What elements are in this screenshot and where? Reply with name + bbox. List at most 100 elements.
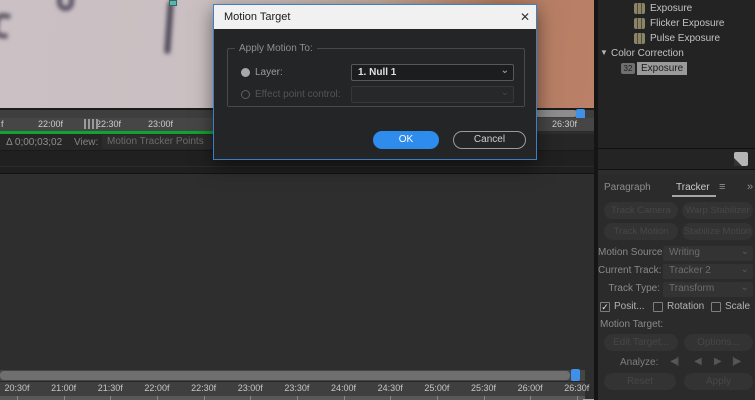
- timeline-ruler-label: 26:00f: [517, 383, 543, 393]
- field-label: Motion Source:: [598, 247, 666, 258]
- timeline-ruler-tick: [576, 396, 578, 400]
- layer-radio-label: Layer:: [255, 67, 283, 78]
- tracker-point-marker: [169, 0, 177, 6]
- timeline-ruler-tick: [390, 396, 392, 400]
- timeline-ruler-tick: [250, 396, 252, 400]
- view-dropdown[interactable]: Motion Tracker Points: [102, 135, 212, 149]
- tab-tracker[interactable]: Tracker: [676, 182, 710, 193]
- effect-item-selected[interactable]: 32 Exposure: [598, 62, 755, 77]
- analyze-forward-icon[interactable]: ▶: [714, 356, 722, 367]
- timeline-ruler-band: [0, 396, 585, 400]
- panel-overflow-icon[interactable]: »: [747, 181, 753, 193]
- timeline-ruler-label: 26:30f: [564, 383, 590, 393]
- new-preset-icon[interactable]: [734, 152, 748, 166]
- effect-item-label: Flicker Exposure: [650, 18, 725, 29]
- track-type-dropdown[interactable]: Transform ⌄: [663, 282, 753, 297]
- after-effects-window: f 22:00f 22:30f 23:00f 26:30f Δ 0;00;03;02 V…: [0, 0, 755, 400]
- field-label: Current Track:: [598, 265, 662, 276]
- timeline-ruler-label: 21:00f: [51, 383, 77, 393]
- timeline-panel: 20:30f 21:00f 21:30f 22:00f 22:30f 23:00f 23:3…: [0, 174, 598, 400]
- timeline-ruler-label: 22:30f: [191, 383, 217, 393]
- viewer-ruler-label: f: [1, 119, 4, 129]
- timeline-ruler-tick: [483, 396, 485, 400]
- timeline-ruler-tick: [203, 396, 205, 400]
- panel-menu-icon[interactable]: ≡: [719, 181, 725, 193]
- dialog-title[interactable]: Motion Target: [214, 5, 536, 29]
- chevron-down-icon: ⌄: [740, 264, 749, 275]
- timeline-ruler-tick: [63, 396, 65, 400]
- timeline-ruler-tick: [530, 396, 532, 400]
- viewer-ruler-label: 22:00f: [38, 119, 64, 129]
- motion-source-dropdown[interactable]: Writing ⌄: [663, 246, 753, 261]
- viewer-ruler-label: 22:30f: [96, 119, 122, 129]
- timeline-ruler-tick: [17, 396, 18, 400]
- checkbox-scale[interactable]: [711, 302, 721, 312]
- dropdown-value: Tracker 2: [669, 265, 711, 276]
- effect-icon: [634, 3, 645, 14]
- triangle-down-icon: ▼: [600, 48, 608, 57]
- divider: [0, 166, 594, 167]
- timeline-ruler-label: 23:30f: [284, 383, 310, 393]
- analyze-backward-icon[interactable]: ◀: [694, 356, 702, 367]
- viewer-ruler-label: 23:00f: [148, 119, 174, 129]
- effect-item[interactable]: Exposure: [598, 2, 755, 17]
- current-time-indicator-head[interactable]: [571, 369, 580, 381]
- timeline-ruler-label: 24:00f: [331, 383, 357, 393]
- layer-radio[interactable]: [241, 68, 250, 77]
- effect-section-header[interactable]: ▼ Color Correction: [598, 47, 755, 62]
- analyze-label: Analyze:: [620, 357, 659, 368]
- pen-stroke: [164, 0, 174, 55]
- motion-target-label: Motion Target:: [600, 319, 664, 330]
- tab-paragraph[interactable]: Paragraph: [604, 182, 651, 193]
- chevron-down-icon: ⌄: [740, 246, 749, 257]
- edit-target-button[interactable]: Edit Target...: [604, 334, 678, 351]
- dropdown-value: Writing: [669, 247, 700, 258]
- layer-target-value: 1. Null 1: [358, 67, 397, 78]
- handwriting-stroke: [0, 12, 11, 39]
- checkbox-label: Rotation: [667, 301, 705, 312]
- analyze-1-frame-backward-icon[interactable]: ◀|: [670, 356, 679, 367]
- analyze-1-frame-forward-icon[interactable]: |▶: [732, 356, 741, 367]
- effect-point-radio-label: Effect point control:: [255, 89, 341, 100]
- current-track-dropdown[interactable]: Tracker 2 ⌄: [663, 264, 753, 279]
- track-camera-button[interactable]: Track Camera: [604, 202, 678, 219]
- warp-stabilizer-button[interactable]: Warp Stabilizer: [682, 202, 753, 219]
- timeline-ruler-tick: [110, 396, 112, 400]
- bit-depth-badge: 32: [621, 63, 635, 74]
- duration-delta: Δ 0;00;03;02: [6, 137, 63, 148]
- checkbox-label: Scale: [725, 301, 751, 312]
- options-button[interactable]: Options...: [684, 334, 753, 351]
- effects-panel-footer: [598, 148, 755, 170]
- ok-button[interactable]: OK: [373, 131, 439, 149]
- effect-item-label: Exposure: [650, 3, 693, 14]
- timeline-ruler-label: 24:30f: [377, 383, 403, 393]
- effect-point-dropdown: ⌄: [351, 86, 514, 103]
- timeline-ruler-label: 25:00f: [424, 383, 450, 393]
- effect-controls-panel: Exposure Flicker Exposure Pulse Exposure ▼ C…: [598, 0, 755, 148]
- timeline-ruler-label: 23:00f: [237, 383, 263, 393]
- checkbox-rotation[interactable]: [653, 302, 663, 312]
- effect-icon: [634, 18, 645, 29]
- cancel-button[interactable]: Cancel: [453, 131, 526, 149]
- timeline-ruler-tick: [296, 396, 298, 400]
- chevron-down-icon: ⌄: [500, 87, 509, 98]
- keyframe-marks: [84, 119, 98, 129]
- effect-item[interactable]: Pulse Exposure: [598, 32, 755, 47]
- apply-button[interactable]: Apply: [684, 373, 753, 390]
- chevron-down-icon: ⌄: [740, 282, 749, 293]
- viewer-ruler-label: 26:30f: [552, 119, 578, 129]
- layer-target-dropdown[interactable]: 1. Null 1 ⌄: [351, 64, 514, 81]
- timeline-ruler-tick: [436, 396, 438, 400]
- reset-button[interactable]: Reset: [604, 373, 676, 390]
- checkbox-posit[interactable]: ✓: [600, 302, 610, 312]
- motion-target-dialog: Motion Target ✕ Apply Motion To: Layer: …: [213, 4, 537, 160]
- effect-icon: [634, 33, 645, 44]
- track-motion-button[interactable]: Track Motion: [604, 223, 678, 240]
- timeline-scrollbar-thumb[interactable]: [0, 371, 570, 380]
- active-tab-underline: [672, 195, 716, 197]
- effect-item[interactable]: Flicker Exposure: [598, 17, 755, 32]
- stabilize-motion-button[interactable]: Stabilize Motion: [682, 223, 753, 240]
- close-icon[interactable]: ✕: [514, 5, 536, 29]
- timeline-ruler-label: 21:30f: [97, 383, 123, 393]
- effect-point-radio[interactable]: [241, 90, 250, 99]
